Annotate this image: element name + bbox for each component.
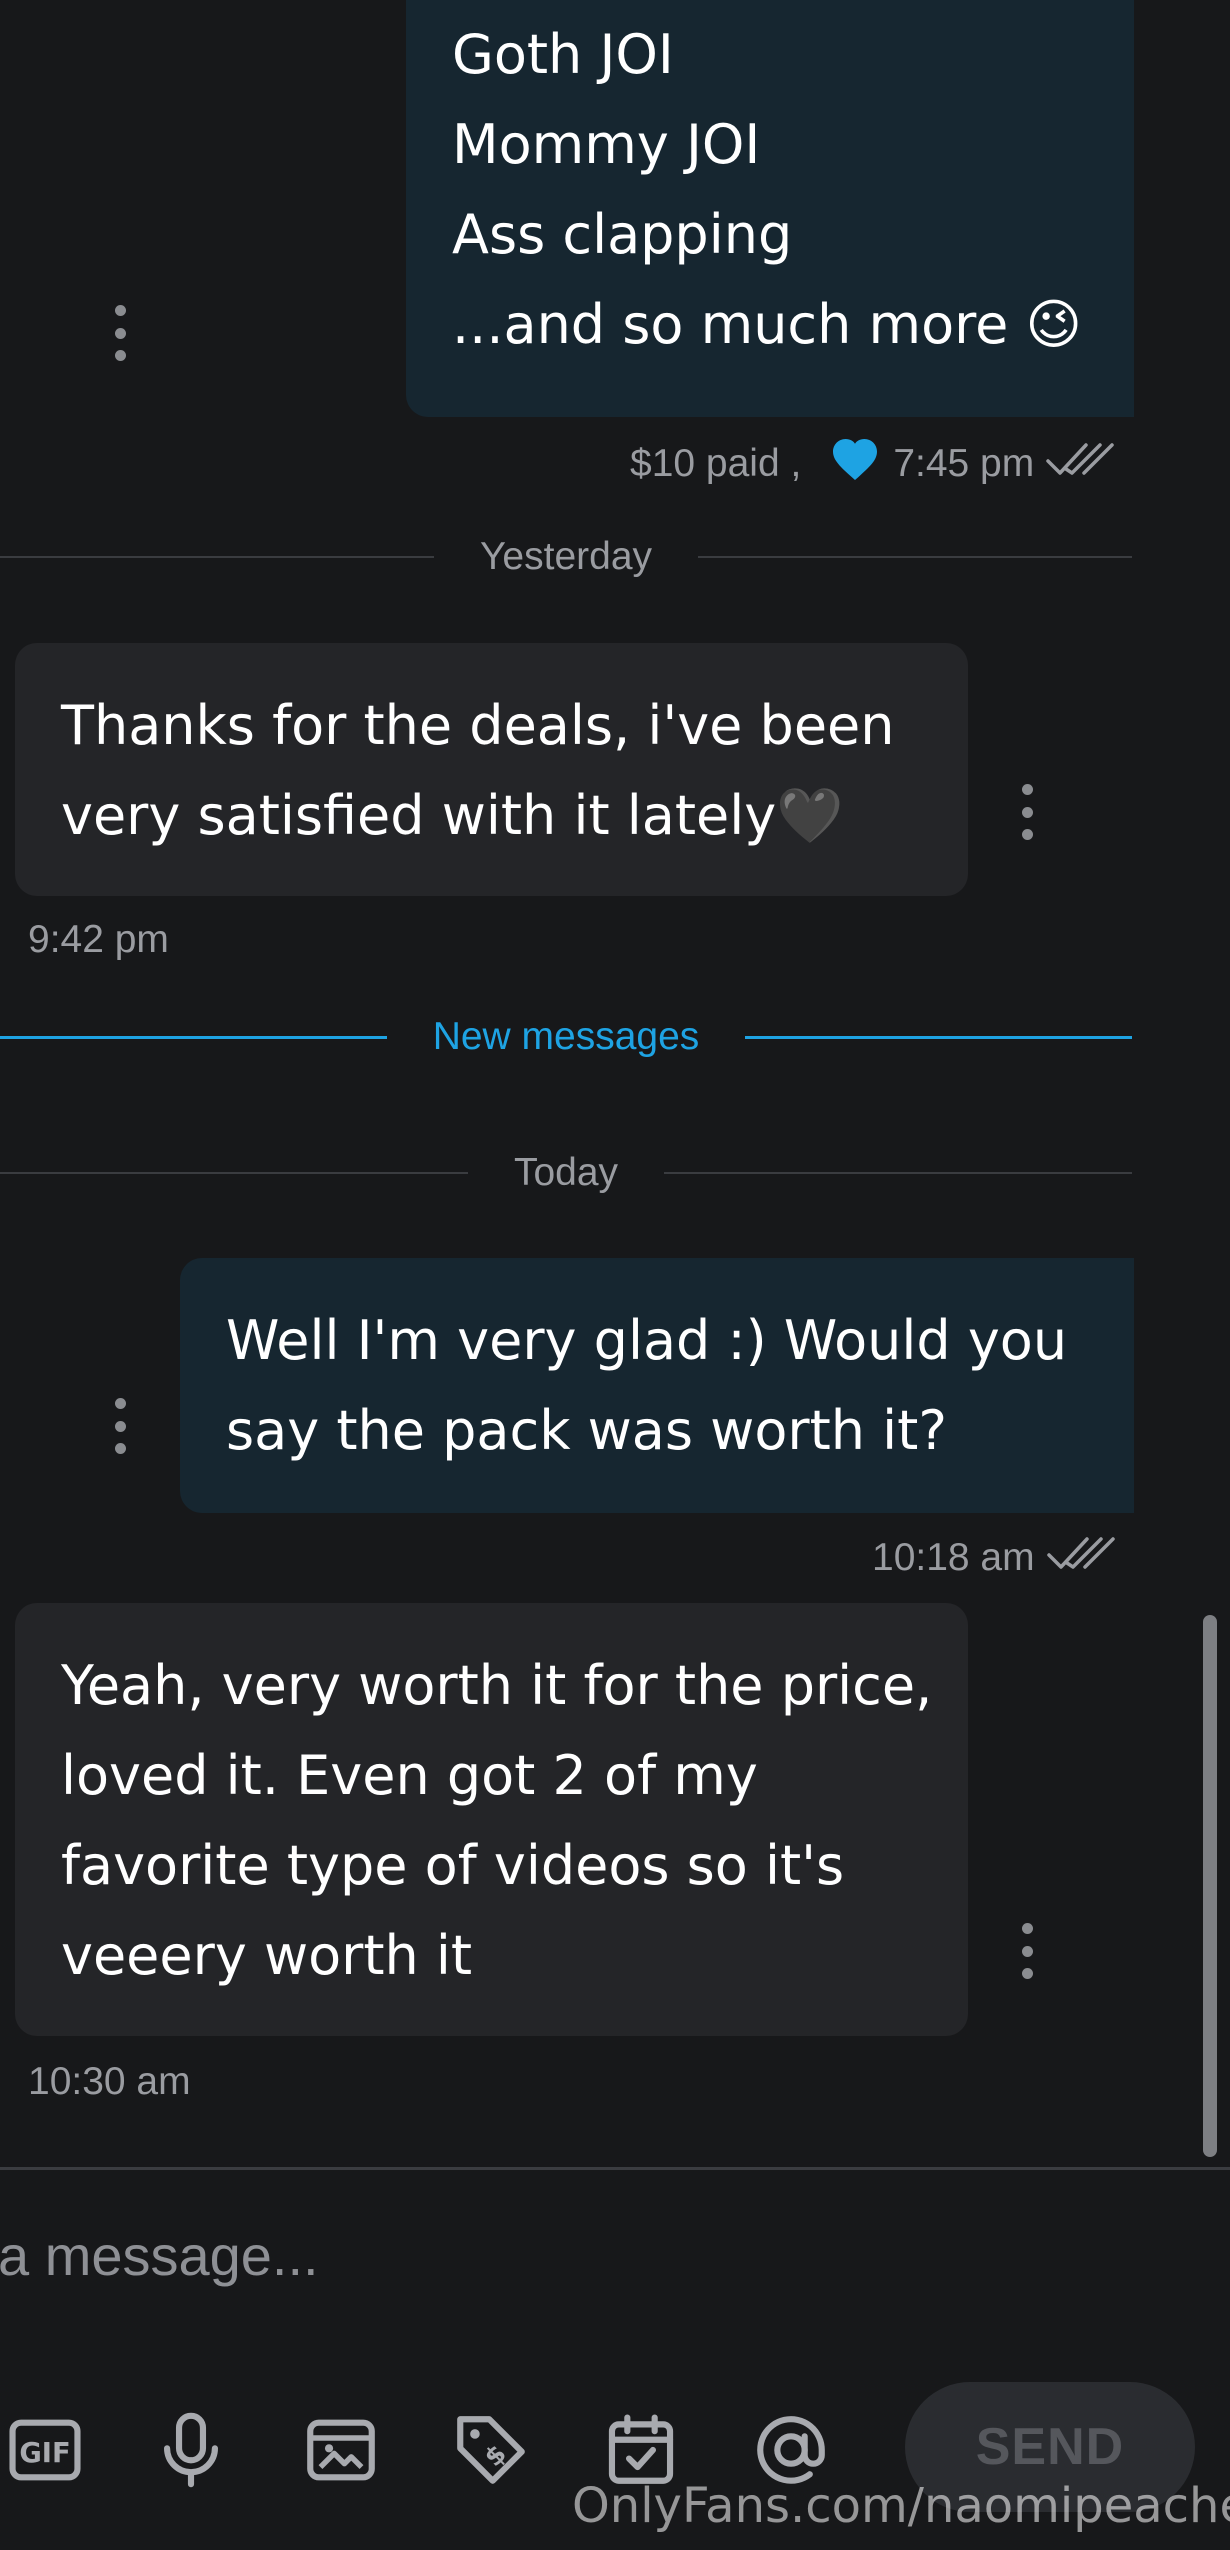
mention-icon <box>757 2416 825 2484</box>
microphone-icon <box>164 2412 218 2488</box>
message-meta: 9:42 pm <box>28 918 169 962</box>
double-check-icon <box>1046 1533 1117 1583</box>
media-button[interactable] <box>296 2405 386 2495</box>
message-line: very satisfied with it lately🖤 <box>61 784 844 847</box>
message-line: Goth JOI <box>452 23 674 86</box>
date-divider-label: Yesterday <box>480 535 653 578</box>
message-bubble-outgoing[interactable]: Goth JOI Mommy JOI Ass clapping ...and s… <box>406 0 1134 417</box>
message-line: veeery worth it <box>61 1924 473 1987</box>
message-meta: 10:18 am <box>872 1533 1117 1583</box>
heart-icon[interactable] <box>831 437 879 491</box>
message-options-button[interactable] <box>1015 1923 1039 1979</box>
message-time: 10:30 am <box>28 2060 191 2103</box>
svg-text:GIF: GIF <box>19 2438 70 2469</box>
new-messages-divider: New messages <box>0 1012 1133 1062</box>
message-bubble-incoming[interactable]: Thanks for the deals, i've been very sat… <box>15 643 968 896</box>
message-time: 10:18 am <box>872 1536 1035 1579</box>
paid-amount: $10 paid , <box>630 442 802 485</box>
scrollbar[interactable] <box>1203 1615 1217 2157</box>
message-input[interactable] <box>0 2215 1148 2295</box>
set-price-button[interactable]: $ <box>446 2405 536 2495</box>
image-icon <box>307 2419 375 2481</box>
message-line: Mommy JOI <box>452 113 761 176</box>
message-options-button[interactable] <box>1015 784 1039 840</box>
send-button[interactable]: SEND <box>905 2382 1195 2512</box>
message-time: 9:42 pm <box>28 918 169 961</box>
gif-button[interactable]: GIF <box>0 2405 90 2495</box>
message-options-button[interactable] <box>108 305 132 361</box>
date-divider: Yesterday <box>0 532 1133 582</box>
message-bubble-incoming[interactable]: Yeah, very worth it for the price, loved… <box>15 1603 968 2036</box>
message-options-button[interactable] <box>108 1398 132 1454</box>
message-line: Well I'm very glad :) Would you <box>226 1309 1068 1372</box>
message-line: say the pack was worth it? <box>226 1399 947 1462</box>
message-line: ...and so much more 😉 <box>452 293 1082 356</box>
message-line: favorite type of videos so it's <box>61 1834 845 1897</box>
schedule-button[interactable] <box>596 2405 686 2495</box>
date-divider-label: Today <box>513 1151 619 1194</box>
message-line: Ass clapping <box>452 203 793 266</box>
calendar-check-icon <box>608 2414 674 2484</box>
message-line: Yeah, very worth it for the price, <box>61 1654 933 1717</box>
message-meta: 10:30 am <box>28 2060 191 2104</box>
message-line: loved it. Even got 2 of my <box>61 1744 758 1807</box>
double-check-icon <box>1046 439 1116 489</box>
message-time: 7:45 pm <box>893 442 1035 485</box>
gif-icon: GIF <box>9 2419 81 2481</box>
message-bubble-outgoing[interactable]: Well I'm very glad :) Would you say the … <box>180 1258 1134 1513</box>
price-tag-icon: $ <box>457 2416 525 2484</box>
message-meta: $10 paid , 7:45 pm <box>630 437 1116 491</box>
mention-button[interactable] <box>746 2405 836 2495</box>
voice-message-button[interactable] <box>146 2405 236 2495</box>
composer-divider <box>0 2167 1230 2170</box>
message-line: Thanks for the deals, i've been <box>61 694 895 757</box>
date-divider: Today <box>0 1148 1133 1198</box>
new-messages-label: New messages <box>432 1015 700 1058</box>
